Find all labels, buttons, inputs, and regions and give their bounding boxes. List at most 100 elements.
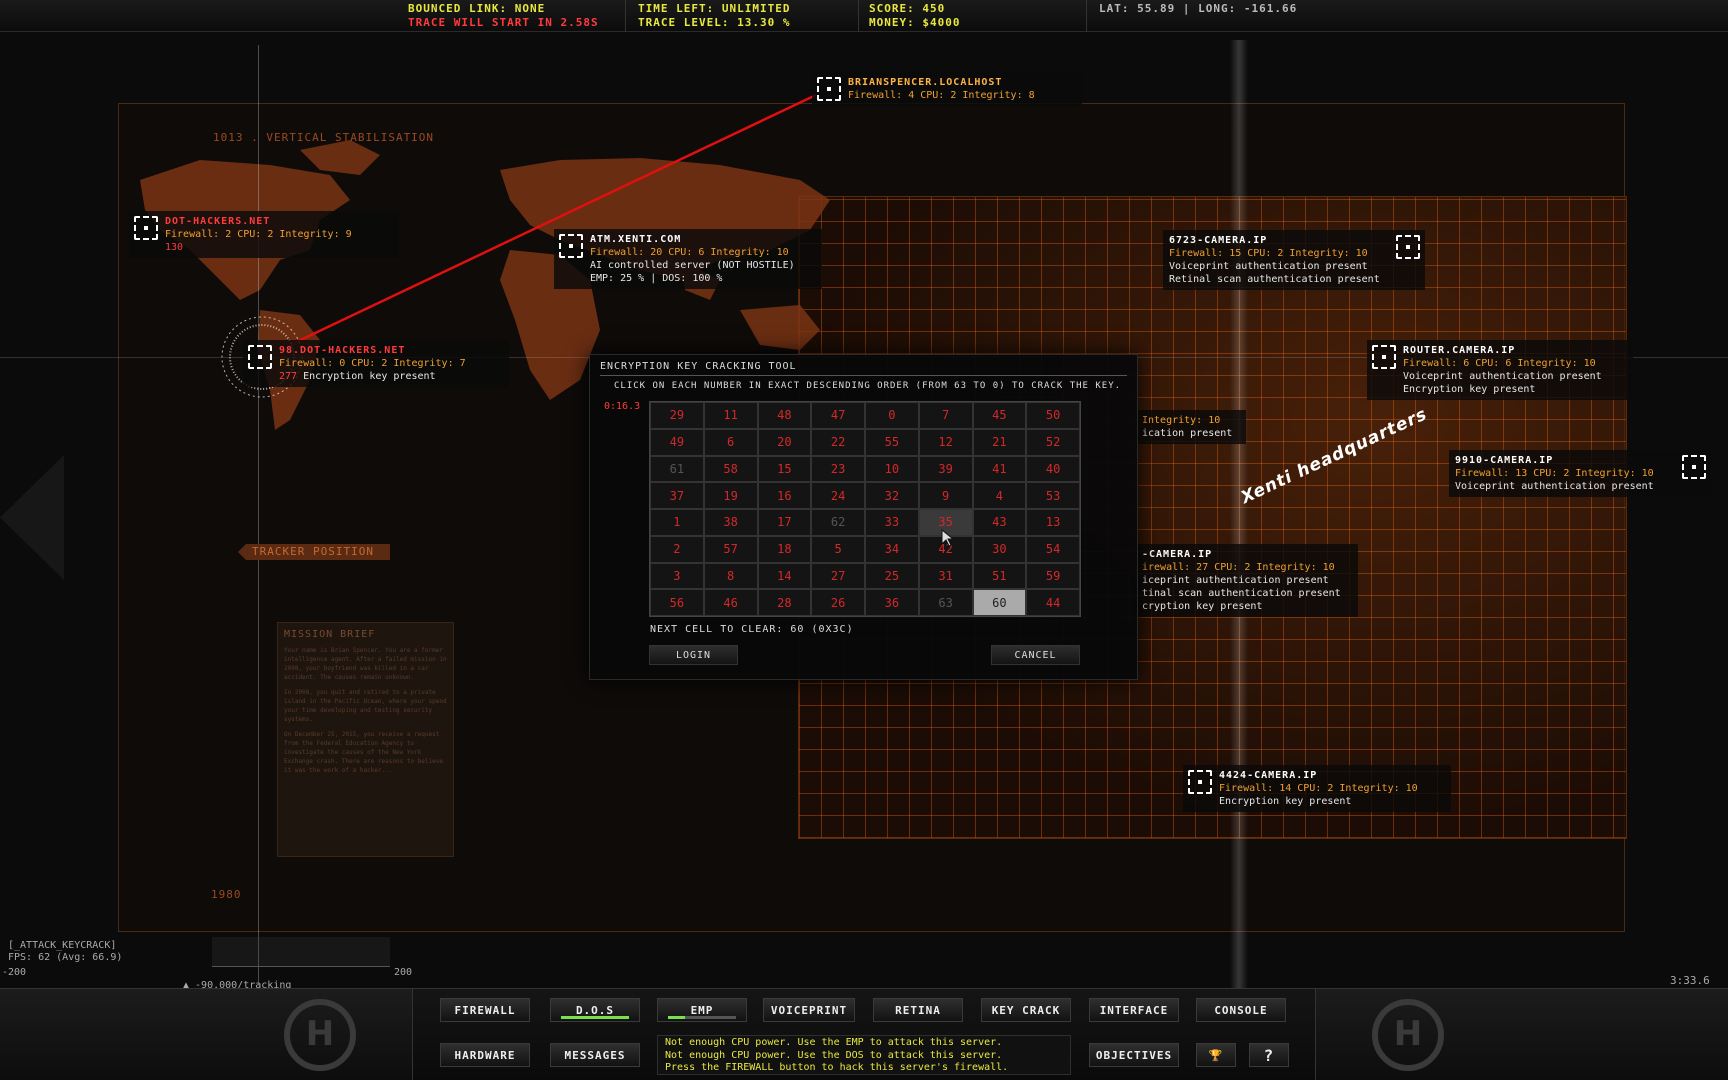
key-cell[interactable]: 14 bbox=[757, 562, 812, 590]
key-cell[interactable]: 60 bbox=[972, 589, 1027, 616]
top-status-bar: Bounced link: None Trace will start in 2… bbox=[0, 0, 1728, 32]
key-cell[interactable]: 58 bbox=[703, 455, 758, 483]
key-cell[interactable]: 28 bbox=[757, 589, 812, 616]
node-brianspencer[interactable]: brianspencer.localhost Firewall: 4 CPU: … bbox=[812, 72, 1082, 106]
key-cell[interactable]: 10 bbox=[865, 455, 919, 483]
voiceprint-button[interactable]: Voiceprint bbox=[763, 998, 855, 1022]
node-6723-camera[interactable]: 6723-camera.ip Firewall: 15 CPU: 2 Integ… bbox=[1163, 230, 1425, 290]
key-cell[interactable]: 21 bbox=[972, 428, 1027, 456]
key-cell[interactable]: 32 bbox=[865, 482, 919, 509]
score-status: Score: 450 Money: $4000 bbox=[869, 2, 961, 29]
key-cell[interactable]: 26 bbox=[811, 589, 865, 616]
key-cell[interactable]: 46 bbox=[703, 589, 758, 616]
firewall-button[interactable]: Firewall bbox=[440, 998, 530, 1022]
messages-button[interactable]: Messages bbox=[550, 1043, 640, 1067]
key-cell[interactable]: 50 bbox=[1026, 402, 1080, 429]
key-cell[interactable]: 48 bbox=[757, 402, 812, 429]
game-clock: 3:33.6 bbox=[1670, 974, 1710, 987]
trophy-icon[interactable]: 🏆 bbox=[1196, 1043, 1236, 1067]
key-cell[interactable]: 57 bbox=[703, 535, 758, 563]
key-cell[interactable]: 17 bbox=[757, 509, 812, 536]
key-cell[interactable]: 62 bbox=[811, 509, 865, 536]
next-cell-label: Next cell to clear: 60 (0x3C) bbox=[650, 624, 854, 635]
key-cell[interactable]: 29 bbox=[650, 402, 704, 429]
key-cell[interactable]: 24 bbox=[811, 482, 865, 509]
emp-button[interactable]: EMP bbox=[657, 998, 747, 1022]
key-cell[interactable]: 16 bbox=[757, 482, 812, 509]
coordinates-readout: Lat: 55.89 | Long: -161.66 bbox=[1099, 2, 1298, 15]
hardware-button[interactable]: Hardware bbox=[440, 1043, 530, 1067]
node-9910-camera[interactable]: 9910-camera.ip Firewall: 13 CPU: 2 Integ… bbox=[1449, 450, 1711, 497]
key-cell[interactable]: 13 bbox=[1026, 509, 1080, 536]
message-log: Not enough CPU power. Use the EMP to att… bbox=[657, 1035, 1071, 1075]
retina-button[interactable]: Retina bbox=[873, 998, 963, 1022]
key-cell[interactable]: 1 bbox=[650, 509, 704, 536]
key-cell[interactable]: 45 bbox=[972, 402, 1027, 429]
key-cell[interactable]: 11 bbox=[703, 402, 758, 429]
key-cell[interactable]: 53 bbox=[1026, 482, 1080, 509]
help-icon[interactable]: ? bbox=[1249, 1043, 1289, 1067]
key-cell[interactable]: 55 bbox=[865, 428, 919, 456]
key-cell[interactable]: 43 bbox=[972, 509, 1027, 536]
key-cell[interactable]: 49 bbox=[650, 428, 704, 456]
scroll-left-arrow-icon[interactable] bbox=[0, 455, 64, 580]
key-cell[interactable]: 39 bbox=[918, 455, 973, 483]
node-partial-hidden[interactable]: Integrity: 10 ication present bbox=[1138, 410, 1246, 444]
key-cell[interactable]: 3 bbox=[650, 562, 704, 590]
objectives-button[interactable]: Objectives bbox=[1089, 1043, 1179, 1067]
key-cell[interactable]: 19 bbox=[703, 482, 758, 509]
node-4424-camera[interactable]: 4424-camera.ip Firewall: 14 CPU: 2 Integ… bbox=[1183, 765, 1451, 812]
key-cell[interactable]: 34 bbox=[865, 535, 919, 563]
key-cell[interactable]: 30 bbox=[972, 535, 1027, 563]
key-cell[interactable]: 40 bbox=[1026, 455, 1080, 483]
key-cell[interactable]: 38 bbox=[703, 509, 758, 536]
key-cell[interactable]: 9 bbox=[918, 482, 973, 509]
command-label: [_ATTACK_KEYCRACK] bbox=[8, 940, 117, 951]
key-cell[interactable]: 5 bbox=[811, 535, 865, 563]
scale-min: -200 bbox=[2, 967, 27, 978]
tracker-position-label: Tracker Position bbox=[238, 544, 390, 560]
node-camera-partial[interactable]: -camera.ip irewall: 27 CPU: 2 Integrity:… bbox=[1138, 544, 1358, 617]
cancel-button[interactable]: Cancel bbox=[991, 645, 1080, 665]
key-cell[interactable]: 36 bbox=[865, 589, 919, 616]
key-cell[interactable]: 59 bbox=[1026, 562, 1080, 590]
key-cell[interactable]: 61 bbox=[650, 455, 704, 483]
key-crack-button[interactable]: Key Crack bbox=[981, 998, 1071, 1022]
key-cell[interactable]: 27 bbox=[811, 562, 865, 590]
key-cell[interactable]: 2 bbox=[650, 535, 704, 563]
key-cell[interactable]: 23 bbox=[811, 455, 865, 483]
key-cell[interactable]: 33 bbox=[865, 509, 919, 536]
key-cell[interactable]: 12 bbox=[918, 428, 973, 456]
key-cell[interactable]: 20 bbox=[757, 428, 812, 456]
node-atm-xenti[interactable]: atm.xenti.com Firewall: 20 CPU: 6 Integr… bbox=[554, 229, 822, 289]
link-status: Bounced link: None Trace will start in 2… bbox=[408, 2, 599, 29]
console-button[interactable]: Console bbox=[1196, 998, 1286, 1022]
dos-progress-fill bbox=[561, 1016, 629, 1019]
key-cell[interactable]: 51 bbox=[972, 562, 1027, 590]
key-cell[interactable]: 4 bbox=[972, 482, 1027, 509]
key-cell[interactable]: 8 bbox=[703, 562, 758, 590]
key-cell[interactable]: 44 bbox=[1026, 589, 1080, 616]
key-cell[interactable]: 37 bbox=[650, 482, 704, 509]
dos-button[interactable]: D.O.S bbox=[550, 998, 640, 1022]
game-logo-icon: H bbox=[284, 999, 356, 1071]
key-cell[interactable]: 41 bbox=[972, 455, 1027, 483]
key-cell[interactable]: 15 bbox=[757, 455, 812, 483]
key-cell[interactable]: 18 bbox=[757, 535, 812, 563]
key-cell[interactable]: 63 bbox=[918, 589, 973, 616]
node-router-camera[interactable]: router.camera.ip Firewall: 6 CPU: 6 Inte… bbox=[1367, 340, 1633, 400]
key-cell[interactable]: 54 bbox=[1026, 535, 1080, 563]
key-cell[interactable]: 0 bbox=[865, 402, 919, 429]
key-cell[interactable]: 56 bbox=[650, 589, 704, 616]
key-cell[interactable]: 7 bbox=[918, 402, 973, 429]
key-cell[interactable]: 25 bbox=[865, 562, 919, 590]
key-cell[interactable]: 31 bbox=[918, 562, 973, 590]
key-cell[interactable]: 6 bbox=[703, 428, 758, 456]
interface-button[interactable]: Interface bbox=[1089, 998, 1179, 1022]
login-button[interactable]: Login bbox=[649, 645, 738, 665]
key-cell[interactable]: 47 bbox=[811, 402, 865, 429]
node-dot-hackers[interactable]: dot-hackers.net Firewall: 2 CPU: 2 Integ… bbox=[129, 211, 399, 258]
node-98-dot-hackers[interactable]: 98.dot-hackers.net Firewall: 0 CPU: 2 In… bbox=[243, 340, 509, 387]
key-cell[interactable]: 52 bbox=[1026, 428, 1080, 456]
key-cell[interactable]: 22 bbox=[811, 428, 865, 456]
